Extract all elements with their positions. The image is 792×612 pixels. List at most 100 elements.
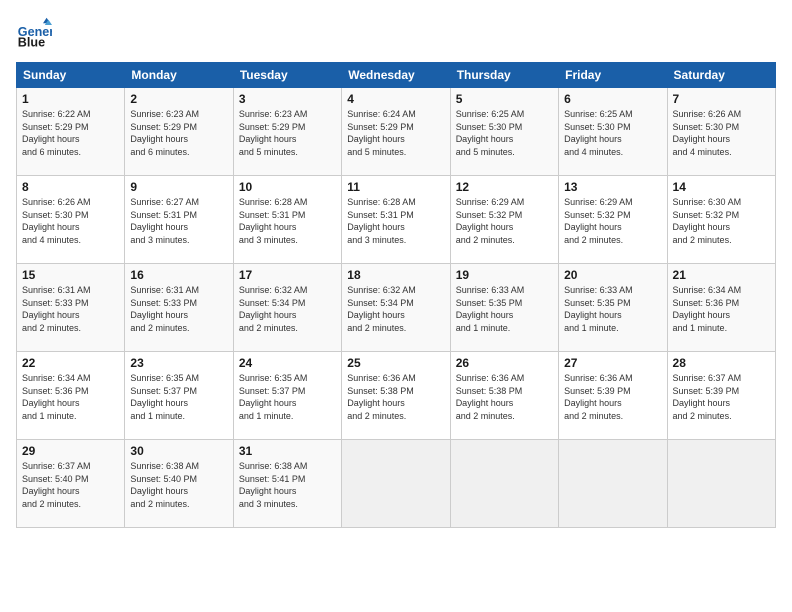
day-number: 9 <box>130 180 227 194</box>
calendar-cell: 12 Sunrise: 6:29 AM Sunset: 5:32 PM Dayl… <box>450 176 558 264</box>
calendar-cell: 1 Sunrise: 6:22 AM Sunset: 5:29 PM Dayli… <box>17 88 125 176</box>
calendar-cell <box>559 440 667 528</box>
day-info: Sunrise: 6:38 AM Sunset: 5:40 PM Dayligh… <box>130 460 227 510</box>
day-number: 28 <box>673 356 770 370</box>
day-number: 25 <box>347 356 444 370</box>
calendar-cell: 16 Sunrise: 6:31 AM Sunset: 5:33 PM Dayl… <box>125 264 233 352</box>
day-number: 20 <box>564 268 661 282</box>
calendar-cell: 10 Sunrise: 6:28 AM Sunset: 5:31 PM Dayl… <box>233 176 341 264</box>
calendar-cell: 20 Sunrise: 6:33 AM Sunset: 5:35 PM Dayl… <box>559 264 667 352</box>
day-number: 21 <box>673 268 770 282</box>
day-number: 24 <box>239 356 336 370</box>
day-number: 31 <box>239 444 336 458</box>
weekday-header-monday: Monday <box>125 63 233 88</box>
day-number: 23 <box>130 356 227 370</box>
day-info: Sunrise: 6:24 AM Sunset: 5:29 PM Dayligh… <box>347 108 444 158</box>
day-info: Sunrise: 6:29 AM Sunset: 5:32 PM Dayligh… <box>456 196 553 246</box>
day-info: Sunrise: 6:29 AM Sunset: 5:32 PM Dayligh… <box>564 196 661 246</box>
weekday-header-thursday: Thursday <box>450 63 558 88</box>
calendar-cell <box>667 440 775 528</box>
day-info: Sunrise: 6:31 AM Sunset: 5:33 PM Dayligh… <box>22 284 119 334</box>
calendar-cell: 8 Sunrise: 6:26 AM Sunset: 5:30 PM Dayli… <box>17 176 125 264</box>
day-number: 19 <box>456 268 553 282</box>
day-info: Sunrise: 6:33 AM Sunset: 5:35 PM Dayligh… <box>456 284 553 334</box>
day-info: Sunrise: 6:30 AM Sunset: 5:32 PM Dayligh… <box>673 196 770 246</box>
day-info: Sunrise: 6:36 AM Sunset: 5:39 PM Dayligh… <box>564 372 661 422</box>
day-number: 3 <box>239 92 336 106</box>
day-number: 7 <box>673 92 770 106</box>
weekday-header-sunday: Sunday <box>17 63 125 88</box>
day-info: Sunrise: 6:27 AM Sunset: 5:31 PM Dayligh… <box>130 196 227 246</box>
calendar-cell: 25 Sunrise: 6:36 AM Sunset: 5:38 PM Dayl… <box>342 352 450 440</box>
calendar-table: SundayMondayTuesdayWednesdayThursdayFrid… <box>16 62 776 528</box>
logo-icon: General Blue <box>16 16 52 52</box>
calendar-cell: 31 Sunrise: 6:38 AM Sunset: 5:41 PM Dayl… <box>233 440 341 528</box>
day-number: 18 <box>347 268 444 282</box>
day-info: Sunrise: 6:37 AM Sunset: 5:40 PM Dayligh… <box>22 460 119 510</box>
calendar-cell: 17 Sunrise: 6:32 AM Sunset: 5:34 PM Dayl… <box>233 264 341 352</box>
day-info: Sunrise: 6:34 AM Sunset: 5:36 PM Dayligh… <box>22 372 119 422</box>
calendar-cell: 5 Sunrise: 6:25 AM Sunset: 5:30 PM Dayli… <box>450 88 558 176</box>
calendar-cell: 23 Sunrise: 6:35 AM Sunset: 5:37 PM Dayl… <box>125 352 233 440</box>
svg-text:Blue: Blue <box>18 36 45 50</box>
day-info: Sunrise: 6:36 AM Sunset: 5:38 PM Dayligh… <box>456 372 553 422</box>
day-info: Sunrise: 6:33 AM Sunset: 5:35 PM Dayligh… <box>564 284 661 334</box>
day-number: 13 <box>564 180 661 194</box>
day-info: Sunrise: 6:36 AM Sunset: 5:38 PM Dayligh… <box>347 372 444 422</box>
day-info: Sunrise: 6:26 AM Sunset: 5:30 PM Dayligh… <box>673 108 770 158</box>
day-info: Sunrise: 6:25 AM Sunset: 5:30 PM Dayligh… <box>456 108 553 158</box>
calendar-cell: 27 Sunrise: 6:36 AM Sunset: 5:39 PM Dayl… <box>559 352 667 440</box>
day-number: 16 <box>130 268 227 282</box>
day-number: 29 <box>22 444 119 458</box>
day-number: 4 <box>347 92 444 106</box>
day-info: Sunrise: 6:26 AM Sunset: 5:30 PM Dayligh… <box>22 196 119 246</box>
calendar-cell <box>450 440 558 528</box>
calendar-cell: 28 Sunrise: 6:37 AM Sunset: 5:39 PM Dayl… <box>667 352 775 440</box>
weekday-header-friday: Friday <box>559 63 667 88</box>
day-info: Sunrise: 6:32 AM Sunset: 5:34 PM Dayligh… <box>347 284 444 334</box>
day-info: Sunrise: 6:25 AM Sunset: 5:30 PM Dayligh… <box>564 108 661 158</box>
calendar-cell: 21 Sunrise: 6:34 AM Sunset: 5:36 PM Dayl… <box>667 264 775 352</box>
calendar-cell: 30 Sunrise: 6:38 AM Sunset: 5:40 PM Dayl… <box>125 440 233 528</box>
day-info: Sunrise: 6:22 AM Sunset: 5:29 PM Dayligh… <box>22 108 119 158</box>
calendar-cell <box>342 440 450 528</box>
calendar-cell: 19 Sunrise: 6:33 AM Sunset: 5:35 PM Dayl… <box>450 264 558 352</box>
calendar-cell: 11 Sunrise: 6:28 AM Sunset: 5:31 PM Dayl… <box>342 176 450 264</box>
day-number: 27 <box>564 356 661 370</box>
day-info: Sunrise: 6:37 AM Sunset: 5:39 PM Dayligh… <box>673 372 770 422</box>
day-number: 12 <box>456 180 553 194</box>
day-info: Sunrise: 6:34 AM Sunset: 5:36 PM Dayligh… <box>673 284 770 334</box>
calendar-cell: 14 Sunrise: 6:30 AM Sunset: 5:32 PM Dayl… <box>667 176 775 264</box>
day-number: 15 <box>22 268 119 282</box>
day-info: Sunrise: 6:23 AM Sunset: 5:29 PM Dayligh… <box>239 108 336 158</box>
day-info: Sunrise: 6:38 AM Sunset: 5:41 PM Dayligh… <box>239 460 336 510</box>
logo: General Blue <box>16 16 52 52</box>
calendar-cell: 22 Sunrise: 6:34 AM Sunset: 5:36 PM Dayl… <box>17 352 125 440</box>
calendar-cell: 26 Sunrise: 6:36 AM Sunset: 5:38 PM Dayl… <box>450 352 558 440</box>
calendar-cell: 18 Sunrise: 6:32 AM Sunset: 5:34 PM Dayl… <box>342 264 450 352</box>
day-number: 11 <box>347 180 444 194</box>
day-info: Sunrise: 6:32 AM Sunset: 5:34 PM Dayligh… <box>239 284 336 334</box>
calendar-cell: 29 Sunrise: 6:37 AM Sunset: 5:40 PM Dayl… <box>17 440 125 528</box>
day-number: 1 <box>22 92 119 106</box>
calendar-cell: 6 Sunrise: 6:25 AM Sunset: 5:30 PM Dayli… <box>559 88 667 176</box>
day-number: 5 <box>456 92 553 106</box>
day-number: 26 <box>456 356 553 370</box>
day-number: 10 <box>239 180 336 194</box>
day-number: 6 <box>564 92 661 106</box>
day-info: Sunrise: 6:31 AM Sunset: 5:33 PM Dayligh… <box>130 284 227 334</box>
calendar-header: General Blue <box>16 16 776 52</box>
calendar-cell: 24 Sunrise: 6:35 AM Sunset: 5:37 PM Dayl… <box>233 352 341 440</box>
day-info: Sunrise: 6:28 AM Sunset: 5:31 PM Dayligh… <box>347 196 444 246</box>
day-number: 14 <box>673 180 770 194</box>
calendar-cell: 7 Sunrise: 6:26 AM Sunset: 5:30 PM Dayli… <box>667 88 775 176</box>
day-info: Sunrise: 6:35 AM Sunset: 5:37 PM Dayligh… <box>239 372 336 422</box>
weekday-header-tuesday: Tuesday <box>233 63 341 88</box>
calendar-cell: 3 Sunrise: 6:23 AM Sunset: 5:29 PM Dayli… <box>233 88 341 176</box>
day-number: 17 <box>239 268 336 282</box>
calendar-cell: 4 Sunrise: 6:24 AM Sunset: 5:29 PM Dayli… <box>342 88 450 176</box>
weekday-header-saturday: Saturday <box>667 63 775 88</box>
calendar-cell: 2 Sunrise: 6:23 AM Sunset: 5:29 PM Dayli… <box>125 88 233 176</box>
day-number: 22 <box>22 356 119 370</box>
calendar-cell: 9 Sunrise: 6:27 AM Sunset: 5:31 PM Dayli… <box>125 176 233 264</box>
